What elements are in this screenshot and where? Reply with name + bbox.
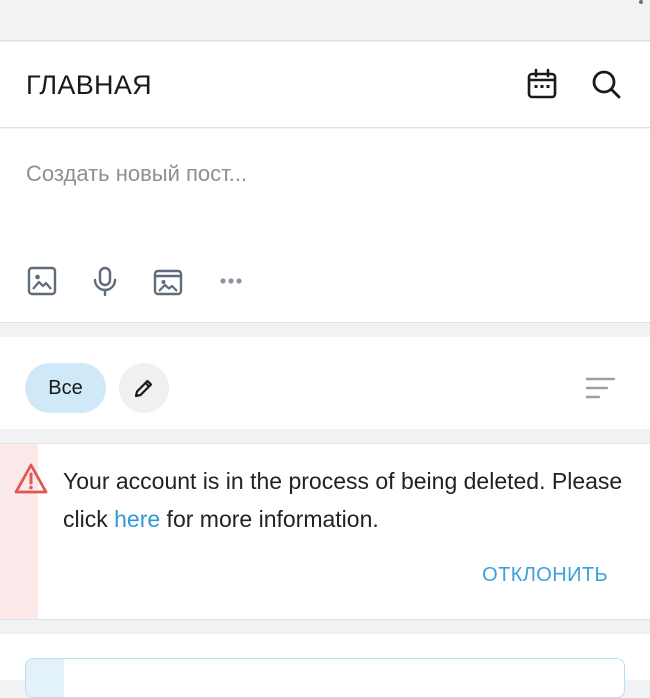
search-button[interactable] <box>586 64 626 104</box>
pencil-icon <box>134 379 153 398</box>
post-composer: Создать новый пост... <box>0 129 650 323</box>
alert-message-tail: for more information. <box>160 506 379 532</box>
attach-image-button[interactable] <box>24 263 60 299</box>
search-icon <box>592 70 621 99</box>
feed-card[interactable] <box>25 658 625 698</box>
next-feed-card <box>0 634 650 698</box>
sort-button[interactable] <box>580 373 620 403</box>
gallery-icon <box>153 269 183 296</box>
warning-icon <box>14 463 48 494</box>
feed-filters: Все <box>0 337 650 429</box>
app-header: ГЛАВНАЯ <box>0 42 650 128</box>
attach-gallery-button[interactable] <box>150 263 186 299</box>
alert-message: Your account is in the process of being … <box>63 462 623 538</box>
more-options-button[interactable] <box>213 263 249 299</box>
dismiss-button[interactable]: ОТКЛОНИТЬ <box>482 564 608 587</box>
filter-chip-all[interactable]: Все <box>25 363 106 413</box>
image-icon <box>27 266 57 296</box>
feed-card-stripe <box>26 659 64 697</box>
sort-icon <box>585 377 616 399</box>
account-deletion-alert: Your account is in the process of being … <box>0 443 650 620</box>
more-icon <box>220 278 242 284</box>
calendar-button[interactable] <box>522 64 562 104</box>
calendar-icon <box>527 68 557 99</box>
record-audio-button[interactable] <box>87 263 123 299</box>
status-bar <box>0 0 650 41</box>
microphone-icon <box>93 266 117 297</box>
status-dot <box>639 0 643 4</box>
new-post-input[interactable]: Создать новый пост... <box>26 161 247 187</box>
edit-filters-button[interactable] <box>119 363 169 413</box>
more-info-link[interactable]: here <box>114 506 160 532</box>
page-title: ГЛАВНАЯ <box>26 70 152 100</box>
